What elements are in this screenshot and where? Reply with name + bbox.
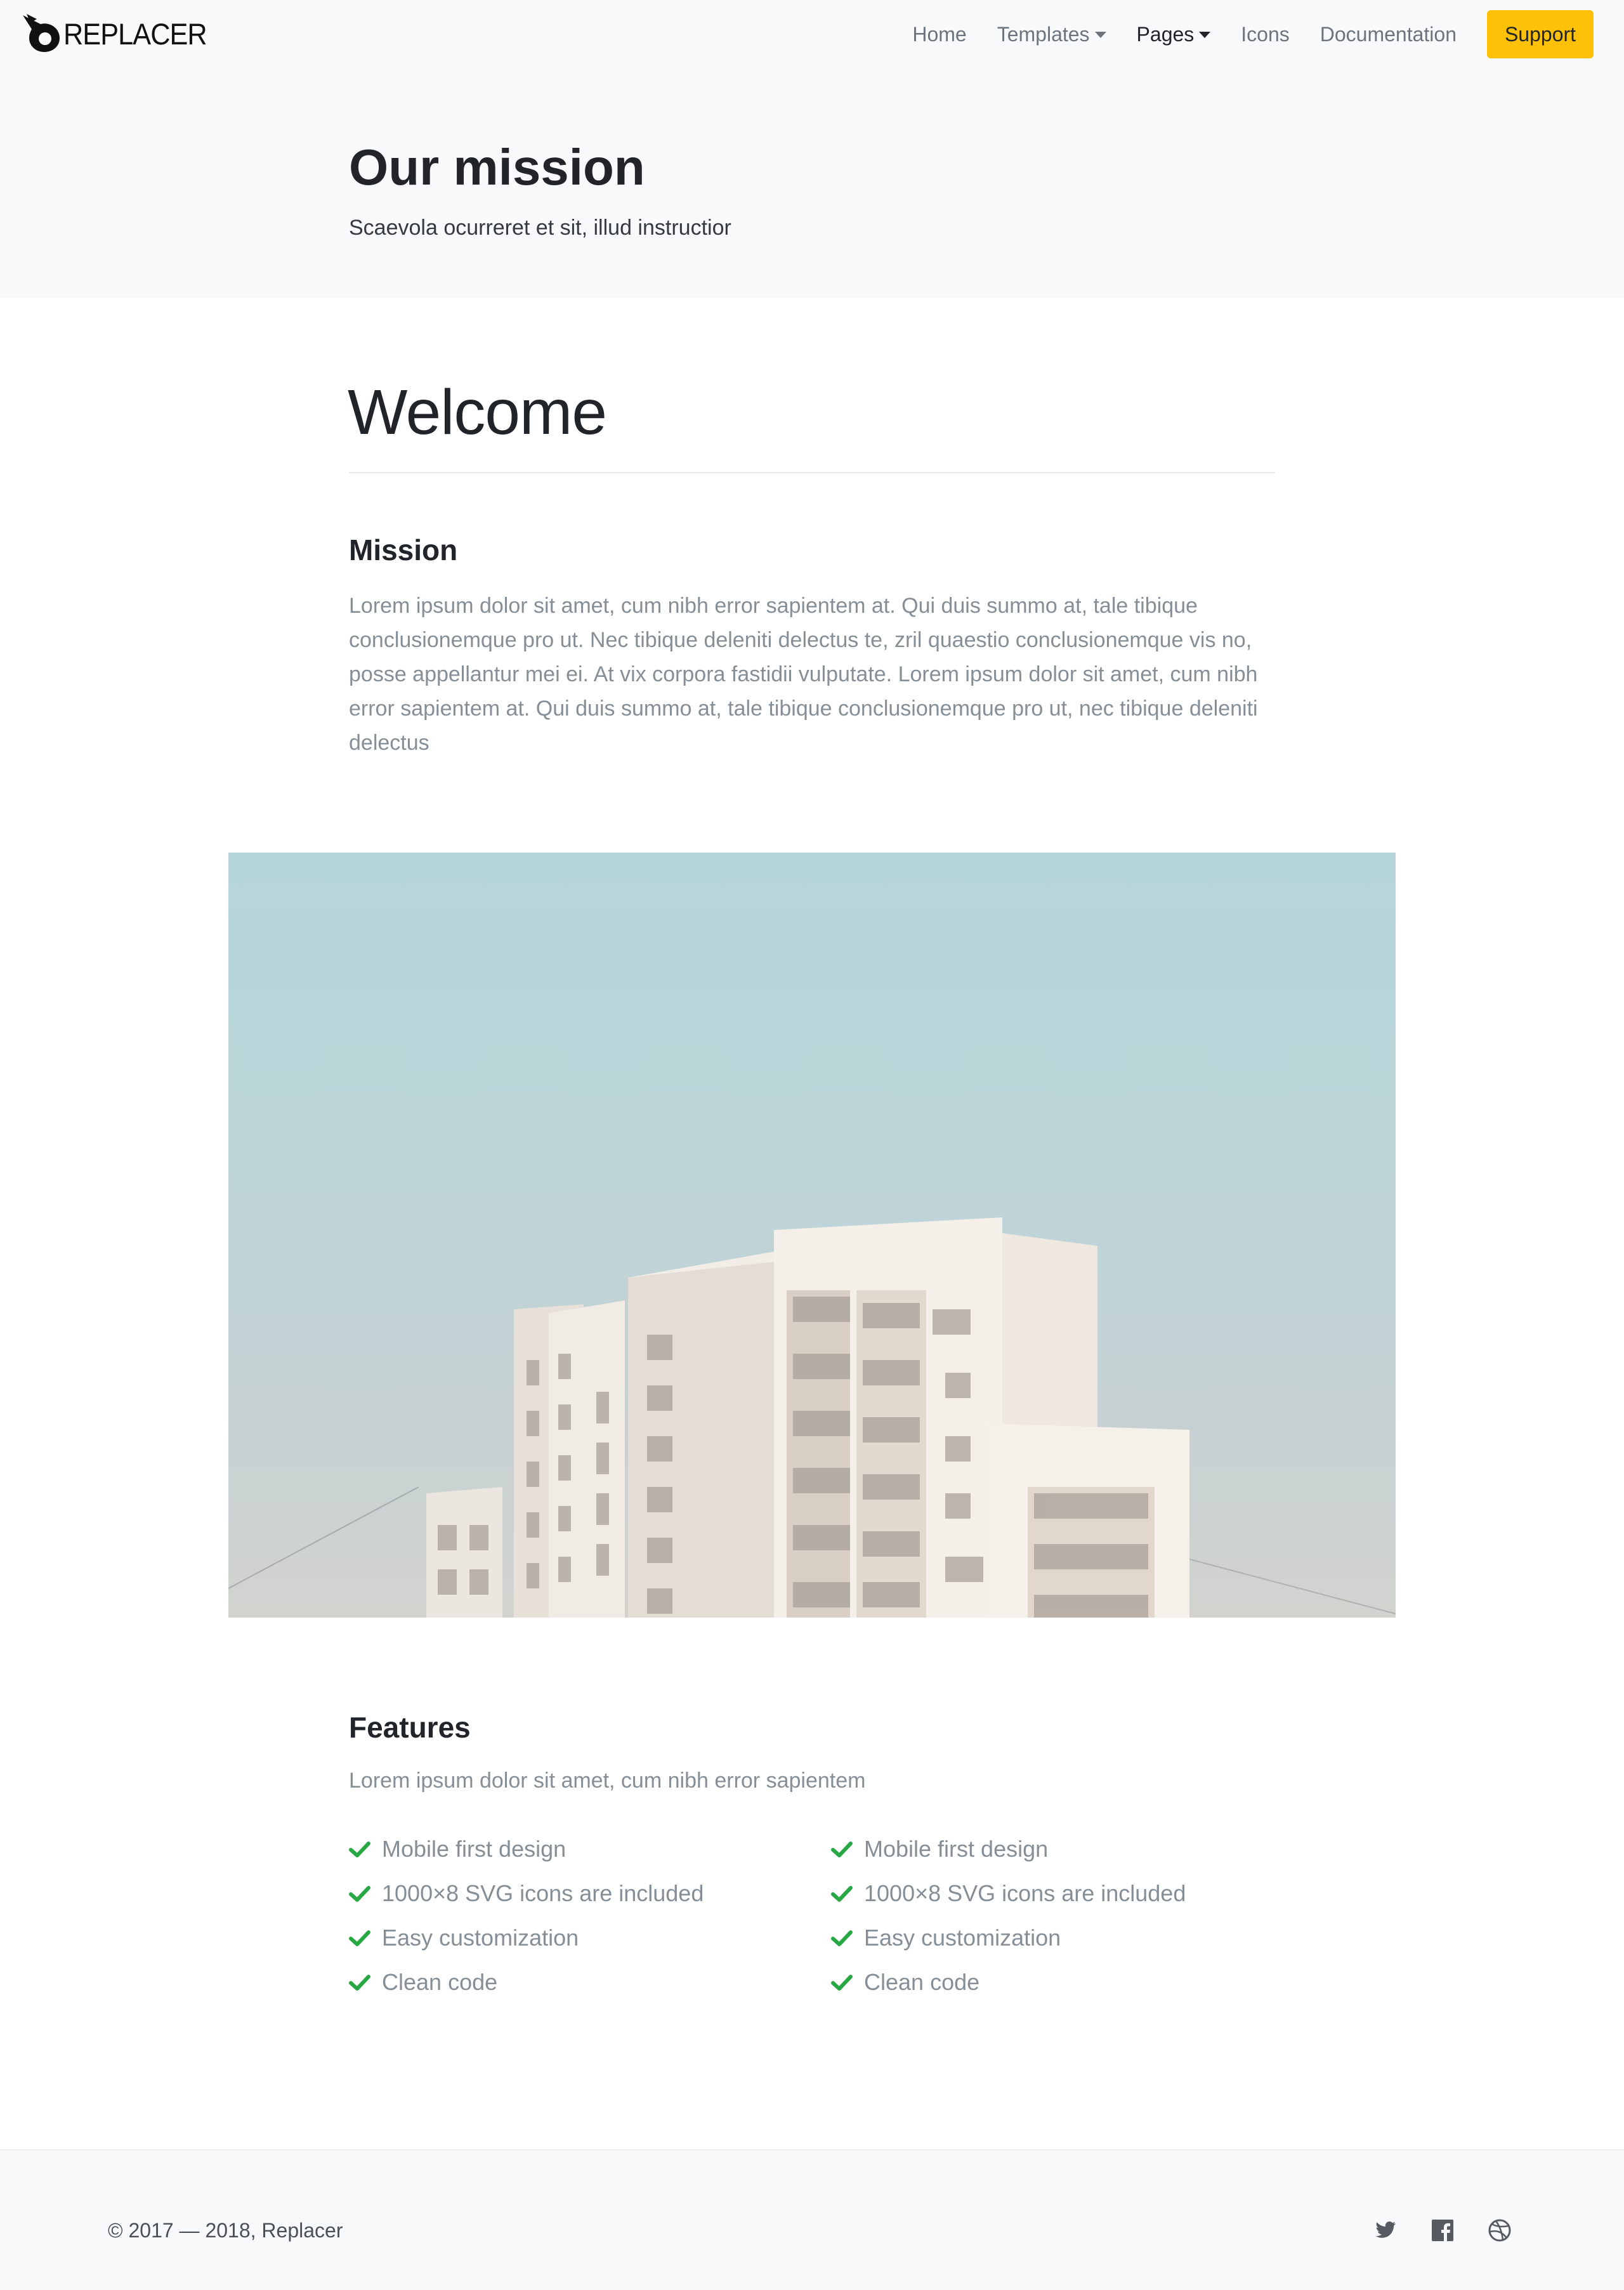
- nav-documentation[interactable]: Documentation: [1320, 23, 1457, 46]
- nav-templates[interactable]: Templates: [997, 23, 1106, 46]
- nav-documentation-label: Documentation: [1320, 22, 1457, 46]
- social-links: [1341, 2218, 1512, 2243]
- page-title: Our mission: [349, 139, 645, 195]
- feature-label: Mobile first design: [382, 1836, 566, 1862]
- support-button[interactable]: Support: [1487, 10, 1594, 58]
- list-item: 1000×8 SVG icons are included: [349, 1871, 704, 1916]
- welcome-heading: Welcome: [348, 377, 607, 448]
- list-item: Clean code: [831, 1960, 1186, 2005]
- list-item: Mobile first design: [349, 1827, 704, 1871]
- list-item: Easy customization: [831, 1916, 1186, 1960]
- feature-label: Easy customization: [864, 1925, 1061, 1951]
- nav-pages-label: Pages: [1136, 22, 1195, 46]
- navbar: REPLACER Home Templates Pages Icons Docu…: [0, 0, 1624, 71]
- mission-heading: Mission: [349, 533, 458, 566]
- brand-name: REPLACER: [63, 16, 207, 51]
- brand-logo-link[interactable]: REPLACER: [22, 11, 219, 56]
- check-icon: [349, 1842, 370, 1857]
- divider: [349, 472, 1275, 473]
- list-item: Mobile first design: [831, 1827, 1186, 1871]
- building-photo: [228, 853, 1396, 1618]
- list-item: 1000×8 SVG icons are included: [831, 1871, 1186, 1916]
- features-subtitle: Lorem ipsum dolor sit amet, cum nibh err…: [349, 1769, 866, 1793]
- nav-icons[interactable]: Icons: [1241, 23, 1289, 46]
- feature-label: Clean code: [864, 1969, 980, 1995]
- caret-down-icon: [1094, 32, 1106, 38]
- main-nav: Home Templates Pages Icons Documentation…: [882, 10, 1594, 58]
- check-icon: [831, 1930, 853, 1946]
- check-icon: [349, 1886, 370, 1902]
- check-icon: [349, 1975, 370, 1991]
- list-item: Clean code: [349, 1960, 704, 2005]
- list-item: Easy customization: [349, 1916, 704, 1960]
- feature-label: Mobile first design: [864, 1836, 1049, 1862]
- copyright-text: © 2017 — 2018, Replacer: [108, 2219, 343, 2242]
- nav-icons-label: Icons: [1241, 22, 1290, 46]
- nav-home-label: Home: [912, 22, 967, 46]
- feature-label: 1000×8 SVG icons are included: [864, 1880, 1186, 1906]
- check-icon: [349, 1930, 370, 1946]
- features-heading: Features: [349, 1711, 471, 1744]
- nav-home[interactable]: Home: [912, 23, 966, 46]
- caret-down-icon: [1199, 32, 1211, 38]
- apartment-building-image: [228, 1217, 1396, 1618]
- facebook-icon[interactable]: [1430, 2218, 1455, 2243]
- check-icon: [831, 1842, 853, 1857]
- feature-label: Easy customization: [382, 1925, 579, 1951]
- features-list-left: Mobile first design 1000×8 SVG icons are…: [349, 1827, 704, 2005]
- mission-text: Lorem ipsum dolor sit amet, cum nibh err…: [349, 594, 1258, 755]
- footer: © 2017 — 2018, Replacer: [0, 2150, 1624, 2290]
- check-icon: [831, 1975, 853, 1991]
- page-header: Our mission Scaevola ocurreret et sit, i…: [0, 71, 1624, 298]
- features-list-right: Mobile first design 1000×8 SVG icons are…: [831, 1827, 1186, 2005]
- feature-label: Clean code: [382, 1969, 498, 1995]
- twitter-icon[interactable]: [1373, 2218, 1398, 2243]
- dribbble-icon[interactable]: [1487, 2218, 1512, 2243]
- nav-templates-label: Templates: [997, 22, 1090, 46]
- replacer-logo-icon: [23, 14, 60, 52]
- feature-label: 1000×8 SVG icons are included: [382, 1880, 704, 1906]
- check-icon: [831, 1886, 853, 1902]
- nav-pages[interactable]: Pages: [1137, 23, 1211, 46]
- page-subtitle: Scaevola ocurreret et sit, illud instruc…: [349, 216, 731, 240]
